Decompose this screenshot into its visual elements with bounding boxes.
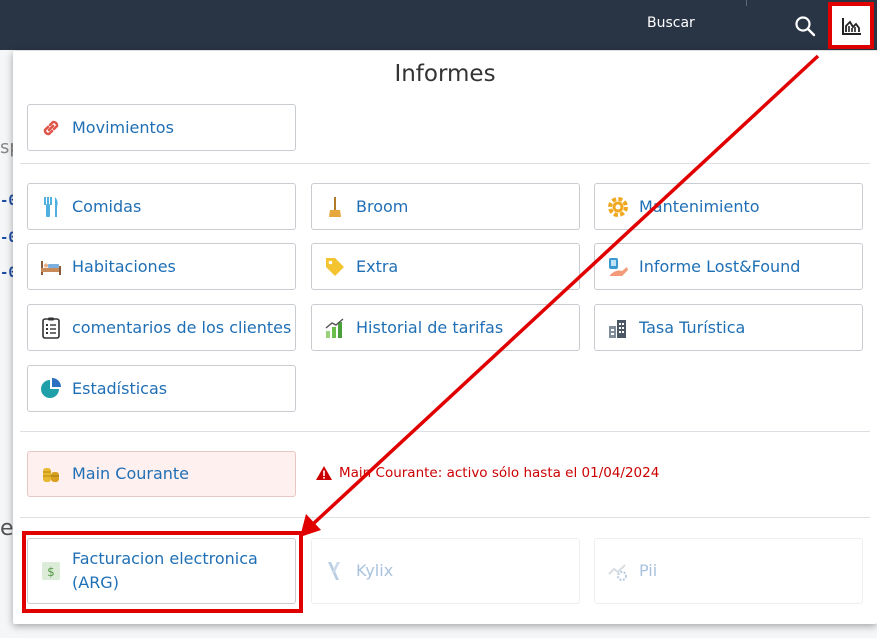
warning-text: Main Courante: activo sólo hasta el 01/0… — [339, 465, 660, 481]
main-courante-warning: Main Courante: activo sólo hasta el 01/0… — [315, 465, 659, 481]
dollar-bill-icon: $ — [38, 558, 64, 584]
tile-label: Mantenimiento — [639, 196, 760, 216]
tile-label: Extra — [356, 256, 399, 276]
tile-label: Main Courante — [72, 464, 190, 483]
report-extra[interactable]: Extra — [311, 243, 580, 290]
tile-label: Tasa Turística — [639, 317, 746, 337]
report-comentarios[interactable]: comentarios de los clientes — [27, 304, 296, 351]
tile-label-line: (ARG) — [72, 573, 119, 592]
pie-chart-icon — [38, 376, 64, 402]
tile-label: Movimientos — [72, 117, 174, 137]
search-label[interactable]: Buscar — [647, 15, 695, 31]
report-broom[interactable]: Broom — [311, 183, 580, 230]
pii-icon — [605, 558, 631, 584]
tile-label: Informe Lost&Found — [639, 256, 801, 276]
cutlery-icon — [38, 194, 64, 220]
divider — [20, 517, 870, 518]
gear-icon — [605, 194, 631, 220]
report-kylix[interactable]: Kylix — [311, 538, 580, 604]
tag-icon — [322, 254, 348, 280]
top-navbar: Buscar — [0, 0, 877, 50]
tile-label: Habitaciones — [72, 256, 176, 276]
kylix-icon — [322, 558, 348, 584]
report-mantenimiento[interactable]: Mantenimiento — [594, 183, 863, 230]
tile-label: Historial de tarifas — [356, 317, 504, 337]
city-icon — [605, 315, 631, 341]
report-estadisticas[interactable]: Estadísticas — [27, 365, 296, 412]
panel-title: Informes — [394, 61, 496, 87]
divider — [20, 431, 870, 432]
clipboard-icon — [38, 315, 64, 341]
tile-label: comentarios de los clientes — [72, 317, 292, 337]
tile-label: Facturacion electronica (ARG) — [72, 547, 258, 595]
link-icon — [38, 115, 64, 141]
broom-icon — [322, 194, 348, 220]
search-icon[interactable] — [794, 15, 816, 37]
reports-button[interactable] — [828, 2, 874, 49]
report-main-courante[interactable]: Main Courante — [27, 451, 296, 497]
report-tasa[interactable]: Tasa Turística — [594, 304, 863, 351]
report-facturacion-electronica[interactable]: $ Facturacion electronica (ARG) — [27, 538, 296, 604]
tile-label: Kylix — [356, 561, 394, 580]
report-movimientos[interactable]: Movimientos — [27, 104, 296, 151]
bg-fragment: e — [0, 516, 14, 541]
divider — [20, 163, 870, 164]
bar-chart-icon — [322, 315, 348, 341]
report-pii[interactable]: Pii — [594, 538, 863, 604]
lost-found-icon — [605, 254, 631, 280]
tile-label: Comidas — [72, 196, 142, 216]
report-tarifas[interactable]: Historial de tarifas — [311, 304, 580, 351]
warning-icon — [316, 466, 332, 480]
navbar-separator — [746, 0, 747, 6]
tile-label: Estadísticas — [72, 378, 168, 398]
tile-label-line: Facturacion electronica — [72, 549, 258, 568]
report-comidas[interactable]: Comidas — [27, 183, 296, 230]
report-lost-found[interactable]: Informe Lost&Found — [594, 243, 863, 290]
svg-text:$: $ — [47, 565, 55, 579]
tile-label: Broom — [356, 196, 409, 216]
reports-panel: Informes Movimientos Comidas Broom Mante… — [13, 51, 877, 624]
tile-label: Pii — [639, 561, 658, 580]
chart-icon — [842, 18, 861, 35]
coins-icon — [38, 461, 64, 487]
bed-icon — [38, 254, 64, 280]
report-habitaciones[interactable]: Habitaciones — [27, 243, 296, 290]
